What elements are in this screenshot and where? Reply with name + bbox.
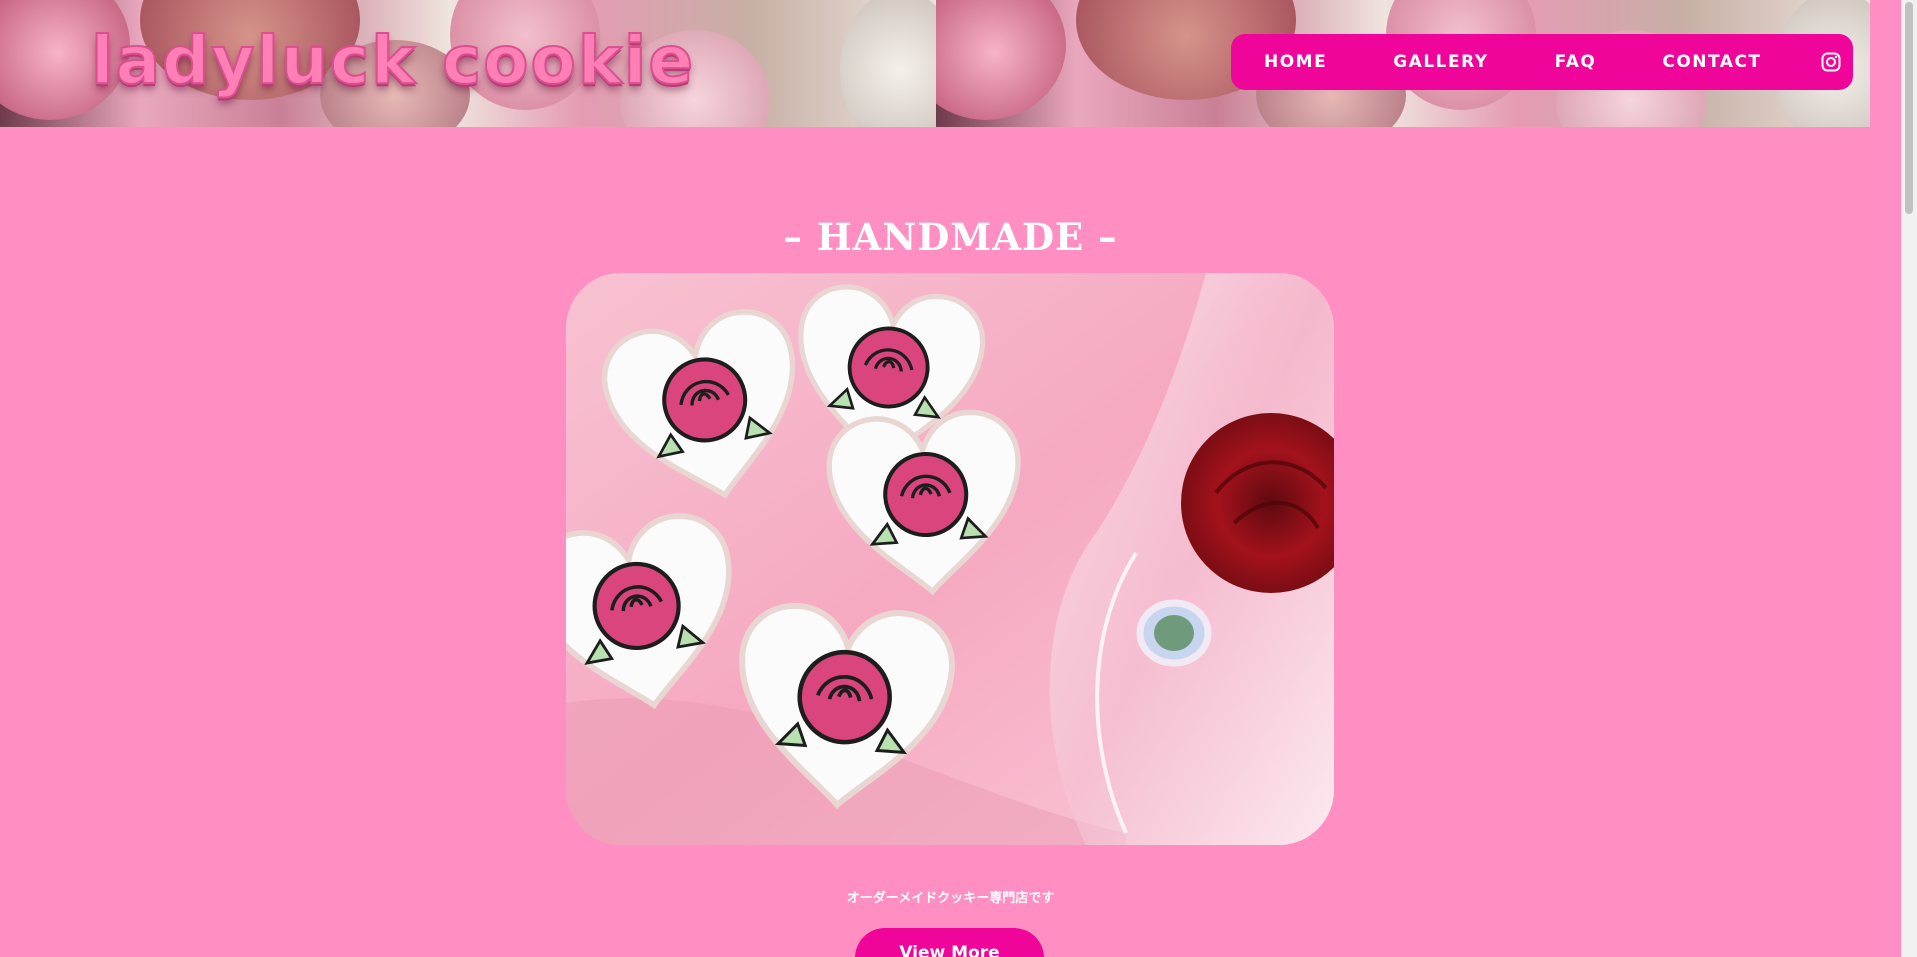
tagline: オーダーメイドクッキー専門店です	[846, 891, 1055, 906]
nav-item-home[interactable]: HOME	[1264, 52, 1327, 72]
nav-item-contact[interactable]: CONTACT	[1662, 52, 1761, 72]
main-nav: HOME GALLERY FAQ CONTACT	[1231, 34, 1853, 90]
hero-image	[566, 273, 1334, 845]
section-title: – HANDMADE –	[783, 215, 1118, 259]
nav-item-faq[interactable]: FAQ	[1555, 52, 1597, 72]
site-logo[interactable]: ladyluck cookie	[90, 27, 695, 95]
nav-item-gallery[interactable]: GALLERY	[1393, 52, 1488, 72]
scrollbar-thumb[interactable]	[1905, 2, 1913, 214]
instagram-icon[interactable]	[1821, 52, 1841, 72]
view-more-button[interactable]: View More	[855, 928, 1044, 957]
